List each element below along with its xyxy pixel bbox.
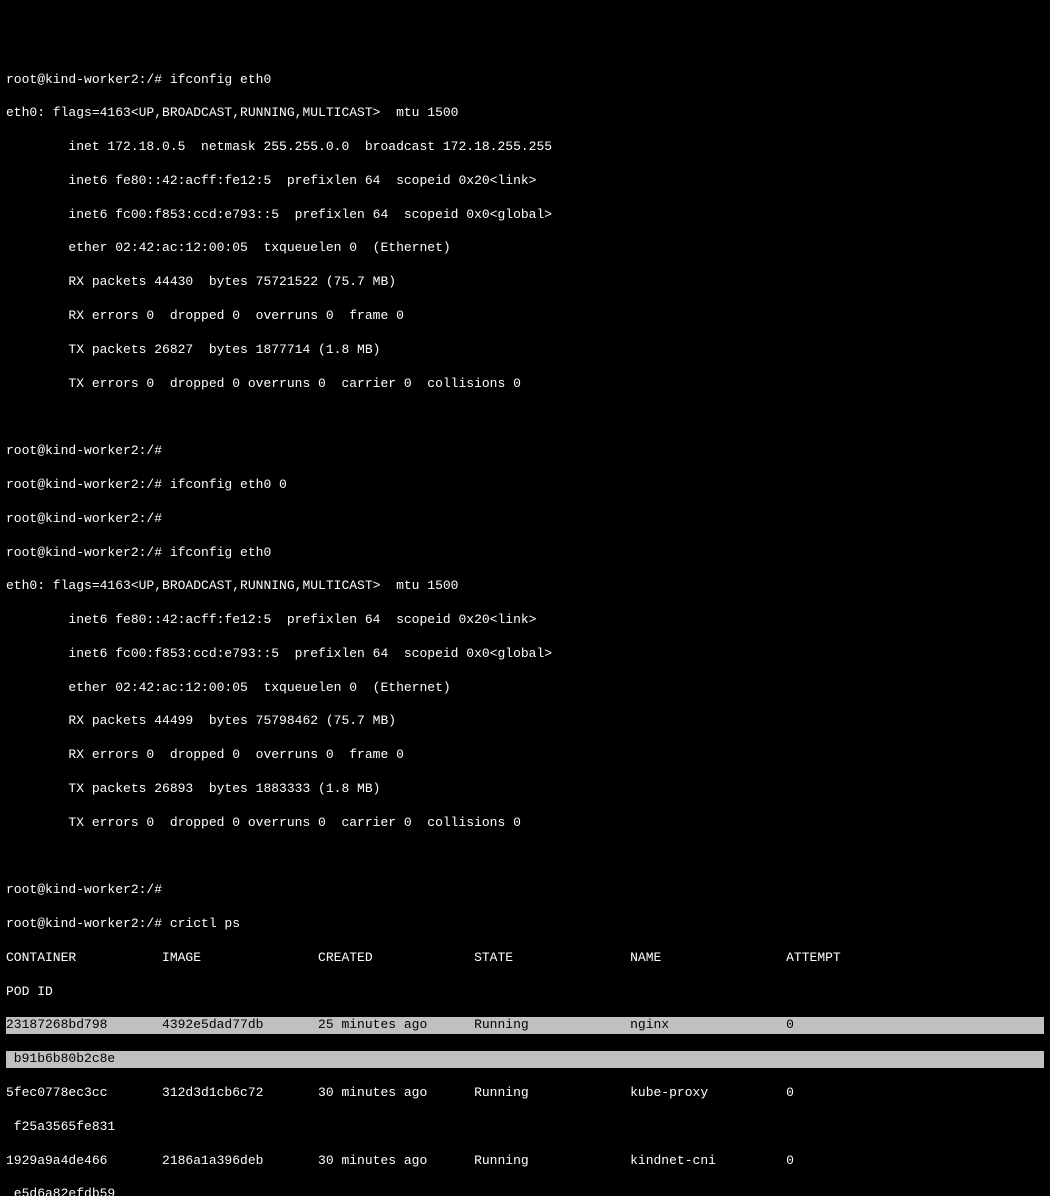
ifconfig1-inet6-1: inet6 fe80::42:acff:fe12:5 prefixlen 64 …: [6, 173, 1044, 190]
crictl-row-0-line1: 23187268bd798 4392e5dad77db 25 minutes a…: [6, 1017, 1044, 1034]
crictl-header-2: POD ID: [6, 984, 1044, 1001]
ifconfig2-inet6-2: inet6 fc00:f853:ccd:e793::5 prefixlen 64…: [6, 646, 1044, 663]
ifconfig1-rx-errors: RX errors 0 dropped 0 overruns 0 frame 0: [6, 308, 1044, 325]
ifconfig1-ether: ether 02:42:ac:12:00:05 txqueuelen 0 (Et…: [6, 240, 1044, 257]
prompt-line-1: root@kind-worker2:/# ifconfig eth0: [6, 72, 1044, 89]
ifconfig2-tx-errors: TX errors 0 dropped 0 overruns 0 carrier…: [6, 815, 1044, 832]
crictl-row-0-line2: b91b6b80b2c8e: [6, 1051, 1044, 1068]
crictl-row-1-line2: f25a3565fe831: [6, 1119, 1044, 1136]
ifconfig1-inet6-2: inet6 fc00:f853:ccd:e793::5 prefixlen 64…: [6, 207, 1044, 224]
prompt-line-7: root@kind-worker2:/# crictl ps: [6, 916, 1044, 933]
prompt-line-3: root@kind-worker2:/# ifconfig eth0 0: [6, 477, 1044, 494]
blank-2: [6, 849, 1044, 866]
crictl-row-2-line2: e5d6a82efdb59: [6, 1186, 1044, 1196]
ifconfig2-header: eth0: flags=4163<UP,BROADCAST,RUNNING,MU…: [6, 578, 1044, 595]
ifconfig2-ether: ether 02:42:ac:12:00:05 txqueuelen 0 (Et…: [6, 680, 1044, 697]
prompt-line-5: root@kind-worker2:/# ifconfig eth0: [6, 545, 1044, 562]
ifconfig2-rx-packets: RX packets 44499 bytes 75798462 (75.7 MB…: [6, 713, 1044, 730]
ifconfig2-rx-errors: RX errors 0 dropped 0 overruns 0 frame 0: [6, 747, 1044, 764]
ifconfig1-tx-errors: TX errors 0 dropped 0 overruns 0 carrier…: [6, 376, 1044, 393]
prompt-line-4: root@kind-worker2:/#: [6, 511, 1044, 528]
crictl-row-1-line1: 5fec0778ec3cc 312d3d1cb6c72 30 minutes a…: [6, 1085, 1044, 1102]
crictl-row-2-line1: 1929a9a4de466 2186a1a396deb 30 minutes a…: [6, 1153, 1044, 1170]
ifconfig1-header: eth0: flags=4163<UP,BROADCAST,RUNNING,MU…: [6, 105, 1044, 122]
ifconfig1-tx-packets: TX packets 26827 bytes 1877714 (1.8 MB): [6, 342, 1044, 359]
ifconfig2-inet6-1: inet6 fe80::42:acff:fe12:5 prefixlen 64 …: [6, 612, 1044, 629]
prompt-line-2: root@kind-worker2:/#: [6, 443, 1044, 460]
ifconfig1-rx-packets: RX packets 44430 bytes 75721522 (75.7 MB…: [6, 274, 1044, 291]
blank-1: [6, 409, 1044, 426]
prompt-line-6: root@kind-worker2:/#: [6, 882, 1044, 899]
crictl-header-1: CONTAINER IMAGE CREATED STATE NAME ATTEM…: [6, 950, 1044, 967]
ifconfig1-inet: inet 172.18.0.5 netmask 255.255.0.0 broa…: [6, 139, 1044, 156]
ifconfig2-tx-packets: TX packets 26893 bytes 1883333 (1.8 MB): [6, 781, 1044, 798]
